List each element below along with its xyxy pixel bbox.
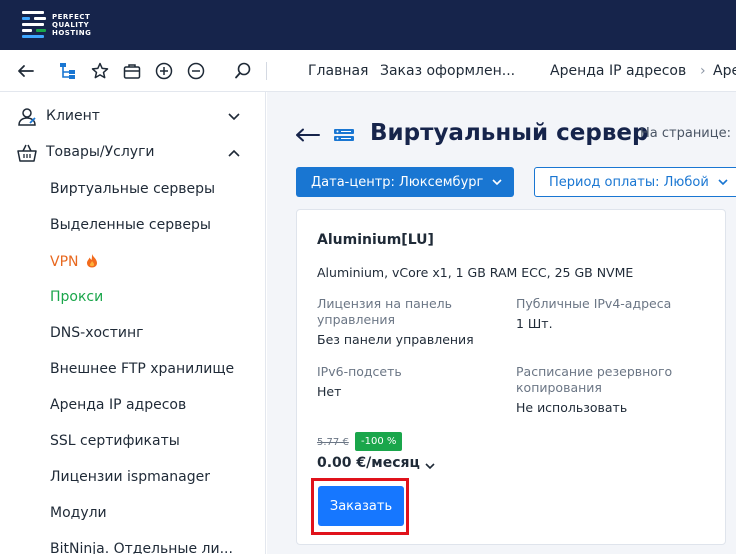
breadcrumb-chevron-icon: › — [700, 63, 706, 79]
back-arrow-icon[interactable] — [295, 127, 321, 143]
param-backup-schedule: Расписание резервного копирования Не исп… — [516, 364, 706, 417]
param-ipv4: Публичные IPv4-адреса 1 Шт. — [516, 296, 706, 333]
datacenter-filter-label: Дата-центр: Люксембург — [311, 174, 484, 190]
period-filter-label: Период оплаты: Любой — [549, 174, 709, 190]
period-filter-button[interactable]: Период оплаты: Любой — [534, 167, 736, 197]
datacenter-filter-button[interactable]: Дата-центр: Люксембург — [296, 167, 514, 197]
chevron-down-icon — [492, 179, 502, 186]
main-content: Виртуальный сервер На странице: 1 Дата-ц… — [267, 92, 736, 554]
chevron-down-icon — [226, 110, 242, 124]
sidebar-item-modules[interactable]: Модули — [50, 505, 107, 521]
breadcrumb-home[interactable]: Главная — [308, 63, 368, 79]
sidebar-item-vps[interactable]: Виртуальные серверы — [50, 181, 215, 197]
param-label: Расписание резервного копирования — [516, 364, 673, 395]
sidebar: Клиент Товары/Услуги Виртуальные серверы… — [0, 92, 266, 554]
param-value: Без панели управления — [317, 332, 474, 347]
per-page-label[interactable]: На странице: 1 — [640, 126, 736, 141]
sidebar-item-bitninja[interactable]: BitNinja. Отдельные ли... — [50, 541, 233, 554]
toolbar-divider — [266, 62, 267, 80]
param-panel-license: Лицензия на панель управления Без панели… — [317, 296, 507, 349]
old-price: 5.77 € — [317, 437, 349, 448]
param-ipv6: IPv6-подсеть Нет — [317, 364, 507, 401]
sidebar-group-label: Клиент — [46, 108, 100, 124]
param-label: Лицензия на панель управления — [317, 296, 453, 327]
star-icon[interactable] — [90, 61, 110, 81]
sidebar-item-label: VPN — [50, 254, 79, 270]
briefcase-icon[interactable] — [122, 61, 142, 81]
sidebar-item-ftp[interactable]: Внешнее FTP хранилище — [50, 361, 234, 377]
tariff-title: Aluminium[LU] — [317, 232, 434, 248]
sidebar-item-dedicated[interactable]: Выделенные серверы — [50, 217, 211, 233]
tree-view-icon[interactable] — [58, 61, 78, 81]
brand-name: PERFECT QUALITY HOSTING — [52, 13, 92, 37]
sidebar-group-client[interactable]: Клиент — [0, 99, 265, 135]
param-label: Публичные IPv4-адреса — [516, 296, 672, 311]
toolbar: Главная Заказ оформлен... Аренда IP адре… — [0, 50, 736, 92]
sidebar-group-label: Товары/Услуги — [46, 144, 155, 160]
sidebar-item-vpn[interactable]: VPN — [50, 253, 98, 272]
param-value: Не использовать — [516, 400, 628, 415]
sidebar-item-ispmanager[interactable]: Лицензии ispmanager — [50, 469, 210, 485]
zoom-in-icon[interactable] — [154, 61, 174, 81]
tariff-description: Aluminium, vCore x1, 1 GB RAM ECC, 25 GB… — [317, 265, 634, 280]
param-value: 1 Шт. — [516, 316, 553, 331]
price[interactable]: 0.00 €/месяц — [317, 455, 420, 471]
server-icon — [333, 127, 355, 143]
breadcrumb-ip-rent[interactable]: Аренда IP адресов — [550, 63, 686, 79]
chevron-up-icon — [226, 146, 242, 160]
breadcrumb-order[interactable]: Заказ оформлен... — [380, 63, 515, 79]
chevron-down-icon — [718, 179, 728, 186]
sidebar-item-ip-rent[interactable]: Аренда IP адресов — [50, 397, 186, 413]
top-bar: PERFECT QUALITY HOSTING — [0, 0, 736, 50]
sidebar-item-ssl[interactable]: SSL сертификаты — [50, 433, 180, 449]
fire-icon — [86, 253, 98, 272]
zoom-out-icon[interactable] — [186, 61, 206, 81]
order-button[interactable]: Заказать — [318, 486, 404, 526]
search-icon[interactable] — [233, 61, 253, 81]
param-label: IPv6-подсеть — [317, 364, 402, 379]
param-value: Нет — [317, 384, 342, 399]
tariff-card: Aluminium[LU] Aluminium, vCore x1, 1 GB … — [296, 209, 726, 545]
basket-icon — [16, 143, 38, 163]
page-title: Виртуальный сервер — [370, 120, 649, 146]
logo-mark-icon — [22, 9, 48, 41]
brand-logo[interactable]: PERFECT QUALITY HOSTING — [22, 9, 91, 41]
discount-badge: -100 % — [355, 432, 403, 451]
user-icon — [16, 107, 38, 127]
sidebar-item-dns[interactable]: DNS-хостинг — [50, 325, 144, 341]
collapse-menu-icon[interactable] — [16, 61, 36, 81]
sidebar-item-proxy[interactable]: Прокси — [50, 289, 103, 305]
chevron-down-icon[interactable] — [424, 459, 436, 475]
sidebar-group-products[interactable]: Товары/Услуги — [0, 135, 265, 171]
breadcrumb-next[interactable]: Аре — [713, 63, 736, 79]
